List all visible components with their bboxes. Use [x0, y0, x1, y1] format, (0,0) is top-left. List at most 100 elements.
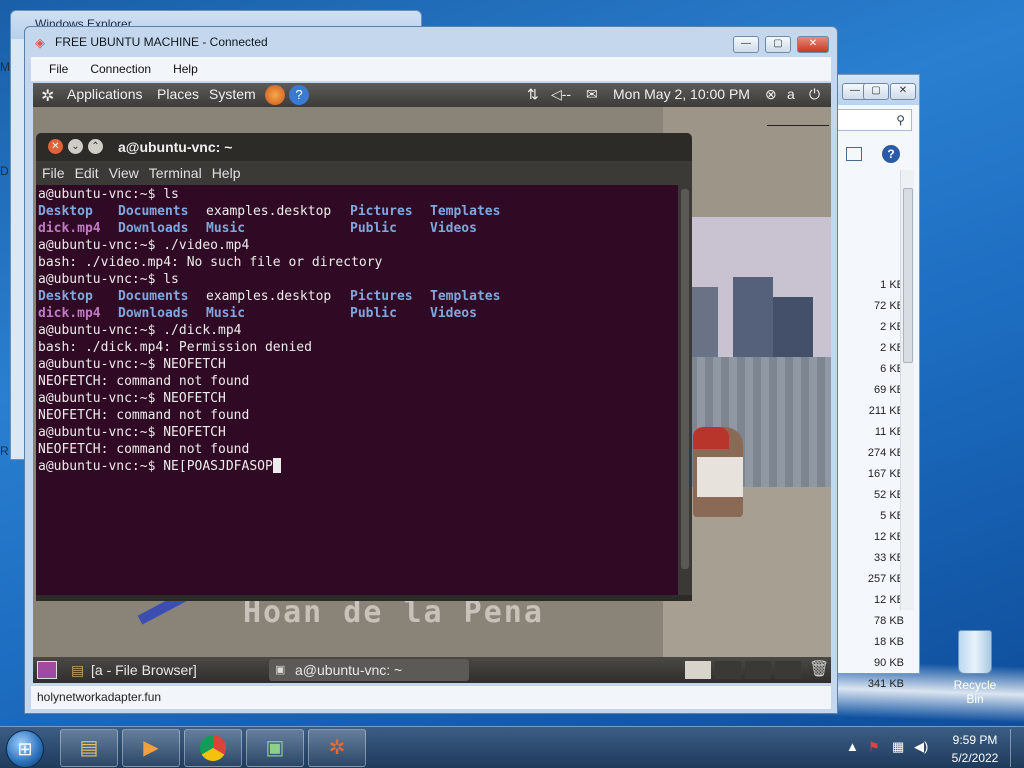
help-icon[interactable]: ?	[882, 145, 900, 163]
terminal-line-text: a@ubuntu-vnc:~$ NEOFETCH	[38, 425, 226, 440]
terminal-line-text: NEOFETCH: command not found	[38, 374, 250, 389]
preview-pane-icon[interactable]	[846, 147, 862, 161]
task-label[interactable]: a@ubuntu-vnc: ~	[295, 662, 402, 678]
maximize-icon[interactable]: ⌃	[88, 139, 103, 154]
recycle-bin[interactable]: Recycle Bin	[944, 630, 1006, 706]
background-window-caption[interactable]: — ▢ ✕	[836, 75, 919, 105]
taskbar-network-app-button[interactable]: ▣	[246, 729, 304, 767]
volume-icon[interactable]: ◁--	[551, 86, 571, 103]
workspace-2[interactable]	[715, 661, 741, 679]
menu-connection[interactable]: Connection	[90, 62, 151, 76]
show-desktop-button[interactable]	[1010, 729, 1022, 767]
terminal-scrollbar[interactable]	[678, 185, 692, 595]
scrollbar-thumb[interactable]	[681, 189, 689, 569]
vnc-menubar: File Connection Help	[31, 57, 831, 81]
file-size-value: 211 KB	[868, 405, 904, 417]
maximize-button[interactable]: ▢	[765, 36, 791, 53]
taskbar-ubuntu-vnc-button[interactable]: ✲	[308, 729, 366, 767]
search-box[interactable]: ⚲	[836, 109, 912, 131]
scrollbar-thumb[interactable]	[903, 188, 913, 363]
terminal-line-text: a@ubuntu-vnc:~$ ls	[38, 187, 179, 202]
firefox-icon[interactable]	[265, 85, 285, 105]
network-icon[interactable]: ▦	[892, 739, 904, 755]
terminal-menu-help[interactable]: Help	[212, 165, 241, 181]
file-size-value: 274 KB	[867, 447, 904, 459]
menu-applications[interactable]: Applications	[67, 86, 143, 102]
menu-places[interactable]: Places	[157, 86, 199, 102]
file-size-value: 12 KB	[874, 594, 904, 606]
taskbar-terminal[interactable]: ▣ a@ubuntu-vnc: ~	[269, 659, 469, 681]
explorer-scrollbar[interactable]	[900, 170, 914, 610]
terminal-menu-edit[interactable]: Edit	[75, 165, 99, 181]
terminal-ls-entry: examples.desktop	[206, 289, 332, 304]
power-icon[interactable]: ⏻	[809, 86, 820, 103]
workspace-4[interactable]	[775, 661, 801, 679]
terminal-line: a@ubuntu-vnc:~$ ./video.mp4	[38, 237, 676, 254]
terminal-ls-entry: dick.mp4	[38, 306, 101, 321]
terminal-ls-entry: Music	[206, 221, 246, 236]
minimize-button[interactable]: —	[733, 36, 759, 53]
remote-screen[interactable]: ✲ Applications Places System ? ⇅ ◁-- ✉ M…	[33, 83, 831, 683]
terminal-menu-terminal[interactable]: Terminal	[149, 165, 202, 181]
speaker-icon[interactable]: ◀)	[914, 739, 928, 755]
network-arrows-icon[interactable]: ⇅	[527, 86, 539, 103]
close-button[interactable]: ✕	[797, 36, 829, 53]
user-switch-icon[interactable]: ⊗	[765, 86, 777, 103]
terminal-window[interactable]: ✕ ⌄ ⌃ a@ubuntu-vnc: ~ File Edit View Ter…	[36, 133, 692, 601]
terminal-menubar: File Edit View Terminal Help	[36, 161, 692, 185]
terminal-line-text: a@ubuntu-vnc:~$ ./video.mp4	[38, 238, 250, 253]
close-button[interactable]: ✕	[890, 83, 916, 100]
windows-taskbar: ⊞ ▤ ▶ ▣ ✲ ▲ ⚑ ▦ ◀) 9:59 PM 5/2/2022	[0, 726, 1024, 768]
minimize-icon[interactable]: ⌄	[68, 139, 83, 154]
terminal-output[interactable]: a@ubuntu-vnc:~$ ls Desktop Documents exampl…	[36, 185, 678, 595]
taskbar-file-browser[interactable]: ▤ [a - File Browser]	[65, 659, 265, 681]
folder-icon: ▤	[71, 662, 85, 678]
start-button[interactable]: ⊞	[6, 730, 44, 768]
search-icon: ⚲	[896, 113, 905, 127]
mail-icon[interactable]: ✉	[586, 86, 598, 103]
terminal-line: bash: ./video.mp4: No such file or direc…	[38, 254, 676, 271]
menu-file[interactable]: File	[49, 62, 68, 76]
terminal-line-text: bash: ./video.mp4: No such file or direc…	[38, 255, 383, 270]
show-hidden-icons[interactable]: ▲	[846, 739, 859, 754]
file-size-value: 18 KB	[874, 636, 904, 648]
menu-help[interactable]: Help	[173, 62, 198, 76]
clock-date[interactable]: 5/2/2022	[950, 751, 1000, 765]
file-size-value: 52 KB	[874, 489, 904, 501]
file-size-value: 2 KB	[880, 321, 904, 333]
terminal-line: a@ubuntu-vnc:~$ NEOFETCH	[38, 424, 676, 441]
workspace-1[interactable]	[685, 661, 711, 679]
terminal-line-text: bash: ./dick.mp4: Permission denied	[38, 340, 312, 355]
terminal-ls-entry: Music	[206, 306, 246, 321]
ubuntu-logo-icon[interactable]: ✲	[41, 86, 54, 106]
terminal-line-text: a@ubuntu-vnc:~$ NEOFETCH	[38, 391, 226, 406]
file-size-value: 6 KB	[880, 363, 904, 375]
workspace-3[interactable]	[745, 661, 771, 679]
terminal-menu-view[interactable]: View	[109, 165, 139, 181]
vnc-viewer-window[interactable]: ◈ FREE UBUNTU MACHINE - Connected — ▢ ✕ …	[24, 26, 838, 714]
terminal-ls-row: Desktop Documents examples.desktop Pictures…	[38, 288, 676, 305]
terminal-line: a@ubuntu-vnc:~$ ls	[38, 271, 676, 288]
terminal-line-text: a@ubuntu-vnc:~$ ./dick.mp4	[38, 323, 242, 338]
desktop-edge-letter: D	[0, 164, 9, 178]
menu-system[interactable]: System	[209, 86, 256, 102]
terminal-line: NEOFETCH: command not found	[38, 407, 676, 424]
trash-icon[interactable]: 🗑	[809, 659, 829, 679]
show-desktop-icon[interactable]	[37, 661, 57, 679]
close-icon[interactable]: ✕	[48, 139, 63, 154]
terminal-ls-entry: Public	[350, 306, 397, 321]
taskbar-chrome-button[interactable]	[184, 729, 242, 767]
panel-username[interactable]: a	[787, 86, 795, 102]
terminal-line: NEOFETCH: command not found	[38, 441, 676, 458]
ubuntu-top-panel: ✲ Applications Places System ? ⇅ ◁-- ✉ M…	[33, 83, 831, 107]
taskbar-media-player-button[interactable]: ▶	[122, 729, 180, 767]
help-icon[interactable]: ?	[289, 85, 309, 105]
terminal-line-text: NEOFETCH: command not found	[38, 442, 250, 457]
maximize-button[interactable]: ▢	[863, 83, 889, 100]
terminal-menu-file[interactable]: File	[42, 165, 65, 181]
clock-time[interactable]: 9:59 PM	[950, 733, 1000, 747]
flag-icon[interactable]: ⚑	[868, 739, 880, 755]
taskbar-explorer-button[interactable]: ▤	[60, 729, 118, 767]
panel-datetime[interactable]: Mon May 2, 10:00 PM	[613, 86, 750, 102]
recycle-bin-icon[interactable]	[958, 630, 992, 674]
